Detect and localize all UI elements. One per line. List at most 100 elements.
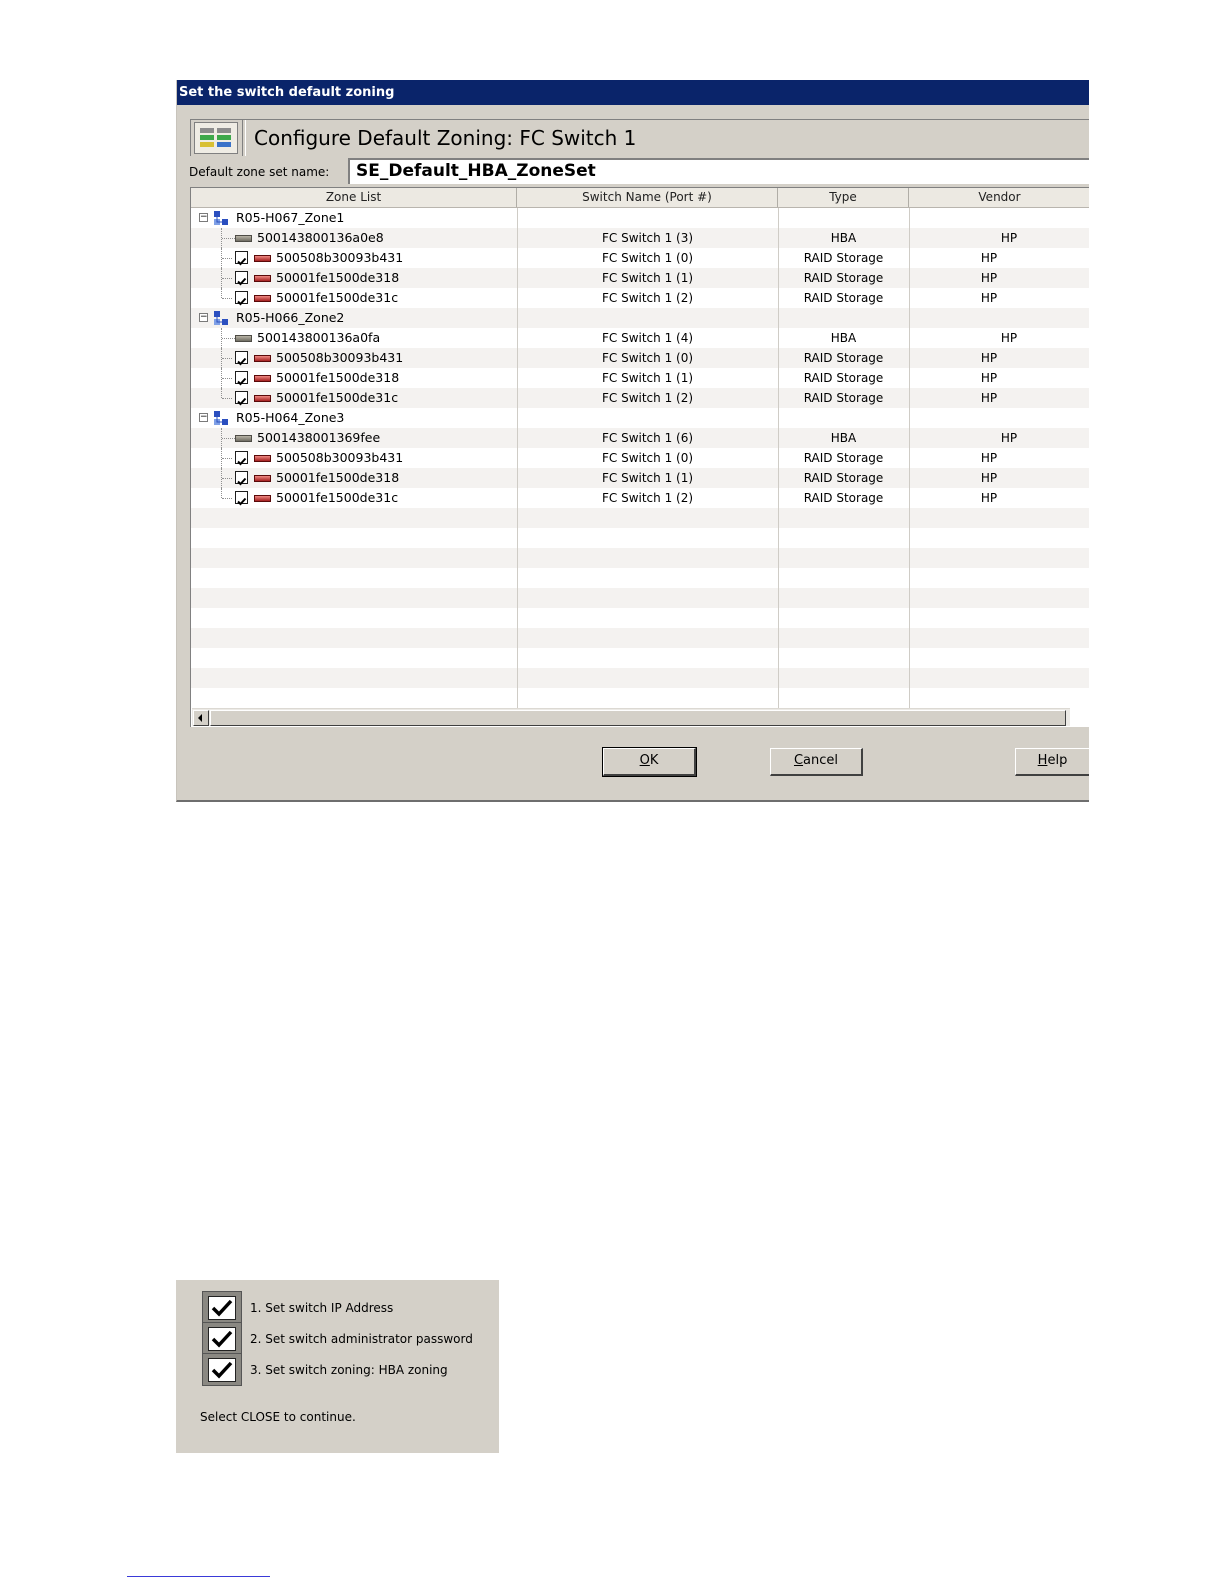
member-row[interactable]: 500508b30093b431 FC Switch 1 (0) RAID Stor… <box>191 248 1089 268</box>
raid-storage-icon <box>254 355 271 362</box>
zone-name[interactable]: R05-H064_Zone3 <box>236 408 344 428</box>
member-checkbox[interactable] <box>235 291 248 306</box>
horizontal-scrollbar[interactable] <box>192 708 1070 726</box>
tree-connector <box>222 298 232 299</box>
scroll-thumb[interactable] <box>210 710 1066 726</box>
tree-connector <box>221 288 222 298</box>
vendor-cell: HP <box>1000 331 1018 345</box>
member-checkbox[interactable] <box>235 251 248 266</box>
help-button[interactable]: Help <box>1015 748 1089 776</box>
tree-connector <box>222 498 232 499</box>
collapse-icon[interactable]: − <box>199 313 208 322</box>
checkmark-icon <box>237 277 247 286</box>
member-wwn[interactable]: 50001fe1500de31c <box>276 288 398 308</box>
type-cell: RAID Storage <box>803 351 884 365</box>
member-wwn[interactable]: 500508b30093b431 <box>276 448 403 468</box>
member-row[interactable]: 500508b30093b431 FC Switch 1 (0) RAID Stor… <box>191 448 1089 468</box>
vendor-cell: HP <box>1000 431 1018 445</box>
zone-name[interactable]: R05-H066_Zone2 <box>236 308 344 328</box>
checkmark-icon <box>237 377 247 386</box>
member-checkbox[interactable] <box>235 491 248 506</box>
member-row[interactable]: 500508b30093b431 FC Switch 1 (0) RAID Stor… <box>191 348 1089 368</box>
continue-hint: Select CLOSE to continue. <box>200 1410 356 1424</box>
zone-icon <box>213 210 229 226</box>
member-checkbox[interactable] <box>235 271 248 286</box>
empty-row <box>191 648 1089 668</box>
column-header-type[interactable]: Type <box>778 188 909 207</box>
column-header-switch-name[interactable]: Switch Name (Port #) <box>517 188 778 207</box>
member-row[interactable]: 50001fe1500de31c FC Switch 1 (2) RAID Stor… <box>191 388 1089 408</box>
member-row[interactable]: 5001438001369fee FC Switch 1 (6) HBA HP <box>191 428 1089 448</box>
zone-name[interactable]: R05-H067_Zone1 <box>236 208 344 228</box>
empty-row <box>191 508 1089 528</box>
switch-port-cell: FC Switch 1 (1) <box>601 371 694 385</box>
empty-row <box>191 628 1089 648</box>
collapse-icon[interactable]: − <box>199 213 208 222</box>
vendor-cell: HP <box>980 391 998 405</box>
scroll-left-arrow-icon[interactable] <box>193 710 209 726</box>
switch-port-cell: FC Switch 1 (0) <box>601 251 694 265</box>
type-cell: RAID Storage <box>803 371 884 385</box>
raid-storage-icon <box>254 255 271 262</box>
member-row[interactable]: 50001fe1500de318 FC Switch 1 (1) RAID Stor… <box>191 468 1089 488</box>
hba-port-icon <box>235 435 252 442</box>
step-1-label: 1. Set switch IP Address <box>250 1301 394 1315</box>
type-cell: HBA <box>830 231 857 245</box>
switch-port-cell: FC Switch 1 (2) <box>601 491 694 505</box>
dialog-title: Set the switch default zoning <box>177 80 1089 105</box>
tree-connector <box>221 488 222 498</box>
checkmark-icon <box>211 1299 233 1317</box>
zone-grid[interactable]: Zone List Switch Name (Port #) Type Vend… <box>190 187 1089 727</box>
footer-link-underline <box>127 1576 270 1577</box>
collapse-icon[interactable]: − <box>199 413 208 422</box>
member-wwn[interactable]: 50001fe1500de318 <box>276 268 399 288</box>
member-wwn[interactable]: 500508b30093b431 <box>276 348 403 368</box>
zone-icon <box>213 410 229 426</box>
empty-row <box>191 528 1089 548</box>
member-checkbox[interactable] <box>235 391 248 406</box>
type-cell: RAID Storage <box>803 471 884 485</box>
column-header-vendor[interactable]: Vendor <box>909 188 1089 207</box>
type-cell: RAID Storage <box>803 251 884 265</box>
member-checkbox[interactable] <box>235 371 248 386</box>
member-row[interactable]: 50001fe1500de31c FC Switch 1 (2) RAID Stor… <box>191 488 1089 508</box>
member-row[interactable]: 50001fe1500de31c FC Switch 1 (2) RAID Stor… <box>191 288 1089 308</box>
ok-button[interactable]: OK <box>602 747 697 777</box>
cancel-button[interactable]: Cancel <box>770 748 863 776</box>
member-row[interactable]: 500143800136a0fa FC Switch 1 (4) HBA HP <box>191 328 1089 348</box>
zone-row[interactable]: − R05-H067_Zone1 <box>191 208 1089 228</box>
switch-port-cell: FC Switch 1 (6) <box>601 431 694 445</box>
member-wwn[interactable]: 50001fe1500de318 <box>276 468 399 488</box>
vendor-cell: HP <box>1000 231 1018 245</box>
member-wwn[interactable]: 500143800136a0fa <box>257 328 380 348</box>
type-cell: HBA <box>830 431 857 445</box>
member-wwn[interactable]: 50001fe1500de31c <box>276 488 398 508</box>
switch-port-cell: FC Switch 1 (0) <box>601 451 694 465</box>
zone-row[interactable]: − R05-H066_Zone2 <box>191 308 1089 328</box>
checkmark-icon <box>237 397 247 406</box>
step-1-checkbox <box>202 1291 242 1324</box>
zone-set-name-input[interactable]: SE_Default_HBA_ZoneSet <box>348 158 1089 184</box>
member-checkbox[interactable] <box>235 471 248 486</box>
member-wwn[interactable]: 5001438001369fee <box>257 428 380 448</box>
member-row[interactable]: 50001fe1500de318 FC Switch 1 (1) RAID Stor… <box>191 368 1089 388</box>
member-wwn[interactable]: 500143800136a0e8 <box>257 228 384 248</box>
member-checkbox[interactable] <box>235 451 248 466</box>
member-row[interactable]: 500143800136a0e8 FC Switch 1 (3) HBA HP <box>191 228 1089 248</box>
empty-row <box>191 588 1089 608</box>
raid-storage-icon <box>254 375 271 382</box>
hba-port-icon <box>235 335 252 342</box>
step-2-checkbox <box>202 1322 242 1355</box>
member-wwn[interactable]: 50001fe1500de318 <box>276 368 399 388</box>
zone-row[interactable]: − R05-H064_Zone3 <box>191 408 1089 428</box>
switch-icon <box>194 122 238 154</box>
switch-port-cell: FC Switch 1 (2) <box>601 291 694 305</box>
member-checkbox[interactable] <box>235 351 248 366</box>
member-wwn[interactable]: 500508b30093b431 <box>276 248 403 268</box>
switch-port-cell: FC Switch 1 (0) <box>601 351 694 365</box>
vendor-cell: HP <box>980 451 998 465</box>
column-header-zone-list[interactable]: Zone List <box>191 188 517 207</box>
member-row[interactable]: 50001fe1500de318 FC Switch 1 (1) RAID Stor… <box>191 268 1089 288</box>
raid-storage-icon <box>254 455 271 462</box>
member-wwn[interactable]: 50001fe1500de31c <box>276 388 398 408</box>
